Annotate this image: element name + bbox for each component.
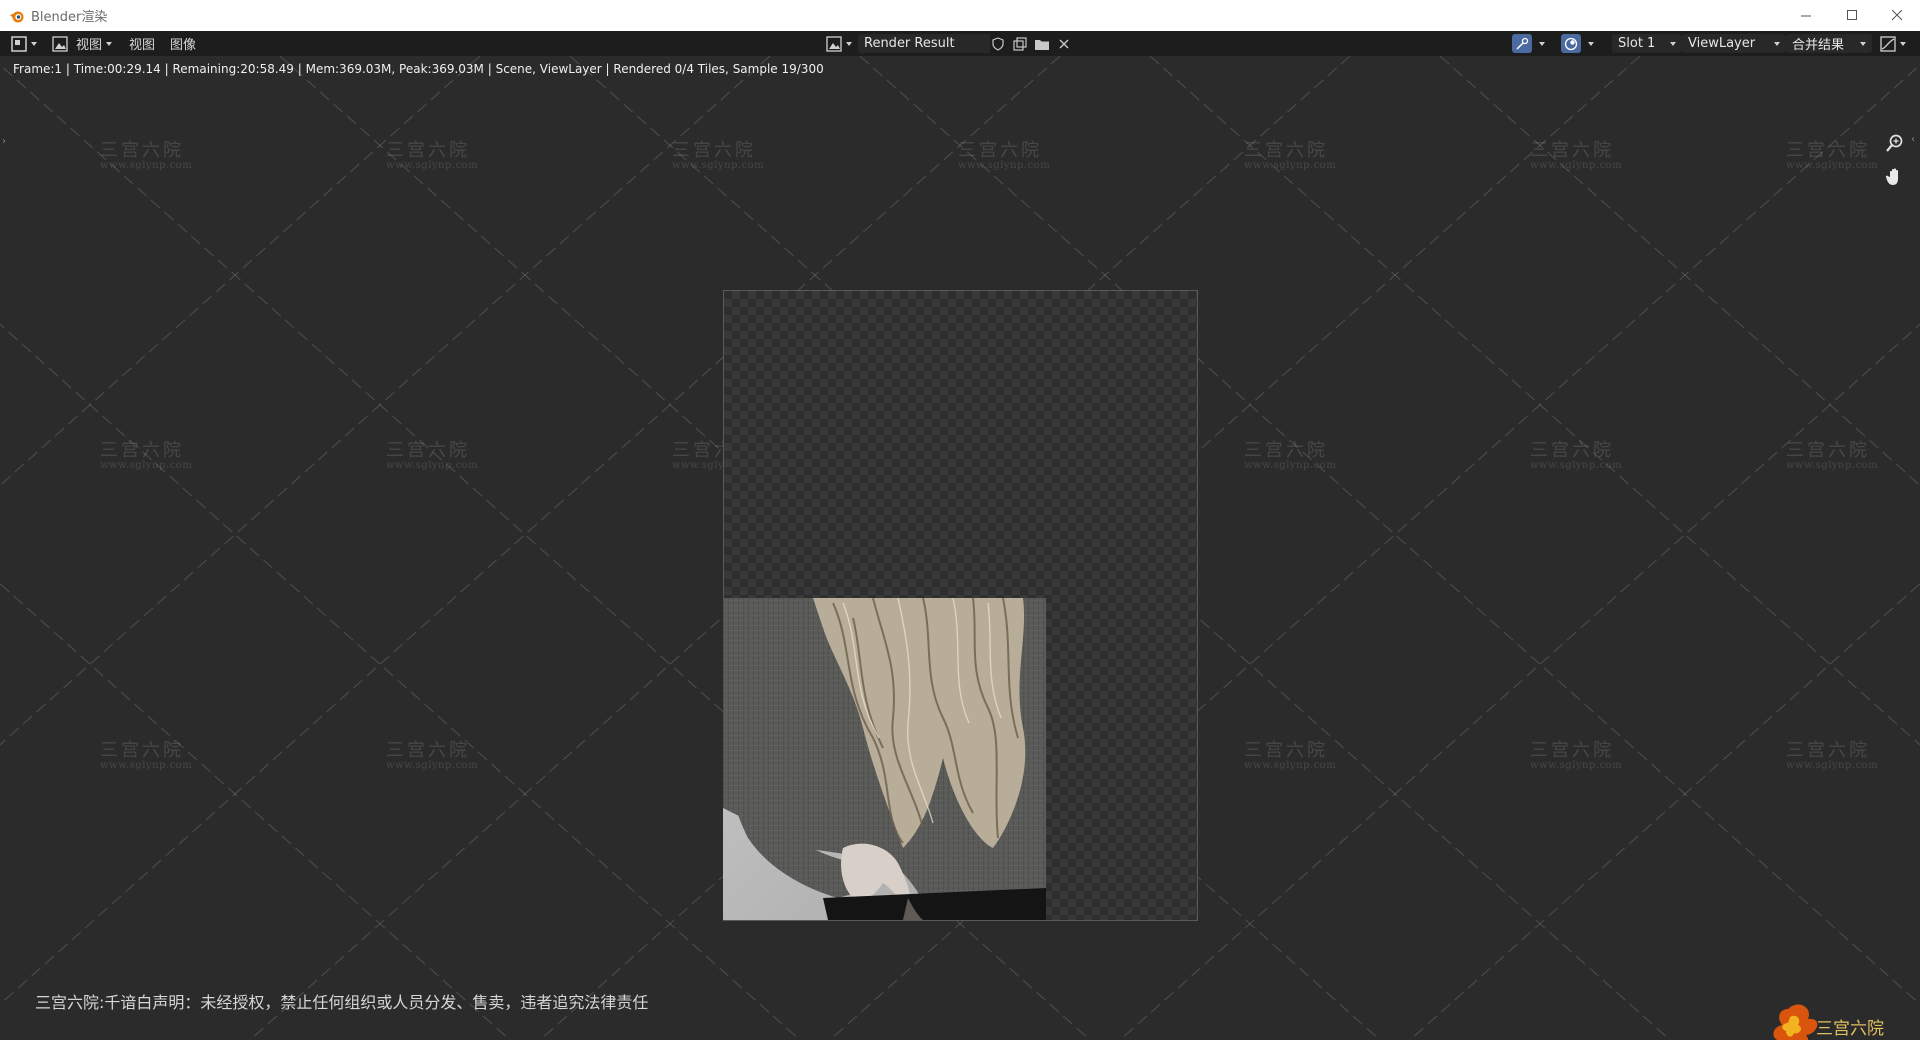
close-button[interactable] xyxy=(1874,0,1920,31)
pan-button[interactable] xyxy=(1882,164,1908,190)
window-titlebar: Blender渲染 xyxy=(0,0,1920,32)
render-status-line: Frame:1 | Time:00:29.14 | Remaining:20:5… xyxy=(13,62,824,76)
toolbar-expand-arrow-icon[interactable]: › xyxy=(2,136,6,147)
hand-icon xyxy=(1885,168,1898,185)
shield-icon xyxy=(992,36,1004,51)
watermark-label: 三宫六院www.sglynp.com xyxy=(1786,140,1879,171)
maximize-button[interactable] xyxy=(1829,0,1875,31)
watermark-label: 三宫六院www.sglynp.com xyxy=(386,740,479,771)
zoom-icon xyxy=(1886,134,1903,152)
display-channels-dropdown[interactable] xyxy=(1584,34,1594,53)
scopes-icon xyxy=(1880,35,1896,52)
render-tile-image xyxy=(723,598,1046,920)
image-editor-icon xyxy=(11,35,27,52)
minimize-icon xyxy=(1800,15,1811,17)
image-icon xyxy=(52,35,68,52)
view-layer-label: ViewLayer xyxy=(1688,36,1756,51)
sample-tool-dropdown[interactable] xyxy=(1535,34,1545,53)
watermark-label: 三宫六院www.sglynp.com xyxy=(1244,140,1337,171)
fake-user-button[interactable] xyxy=(990,34,1008,53)
menu-view-dropdown-label: 视图 xyxy=(76,38,103,53)
folder-icon xyxy=(1035,39,1049,50)
minimize-button[interactable] xyxy=(1783,0,1829,31)
image-viewport[interactable]: 三宫六院 www.sglynp.com 三宫六院 www.sglynp.com 三宫… xyxy=(0,56,1920,1040)
x-icon xyxy=(1059,39,1069,48)
sample-tool-button[interactable] xyxy=(1512,34,1532,53)
display-channels-button[interactable] xyxy=(1561,34,1581,53)
watermark-label: 三宫六院www.sglynp.com xyxy=(1530,740,1623,771)
watermark-label: 三宫六院www.sglynp.com xyxy=(386,440,479,471)
render-pass-label: 合并结果 xyxy=(1792,38,1845,53)
watermark-label: 三宫六院www.sglynp.com xyxy=(1244,740,1337,771)
display-channels-icon xyxy=(1564,37,1578,50)
menu-view-dropdown[interactable]: 视图 xyxy=(76,34,113,53)
scopes-toggle[interactable] xyxy=(1880,34,1906,53)
image-browse-dropdown[interactable] xyxy=(826,34,852,53)
image-browse-icon xyxy=(826,35,842,52)
watermark-label: 三宫六院www.sglynp.com xyxy=(100,140,193,171)
watermark-label: 三宫六院www.sglynp.com xyxy=(386,140,479,171)
open-image-button[interactable] xyxy=(1034,34,1052,53)
image-editor-header: 视图 视图 图像 Render Result Slot 1 ViewLayer … xyxy=(0,31,1920,56)
editor-type-dropdown[interactable] xyxy=(11,34,37,53)
menu-view[interactable]: 视图 xyxy=(129,34,155,53)
watermark-label: 三宫六院www.sglynp.com xyxy=(1244,440,1337,471)
watermark-label: 三宫六院www.sglynp.com xyxy=(1530,140,1623,171)
logo-text: 三宫六院 xyxy=(1816,1019,1884,1039)
zoom-button[interactable] xyxy=(1882,130,1908,156)
sglynp-logo: 三宫六院 www.sglynp.com xyxy=(1773,1004,1884,1040)
sidebar-expand-arrow-icon[interactable]: ‹ xyxy=(1911,134,1915,145)
watermark-label: 三宫六院www.sglynp.com xyxy=(958,140,1051,171)
watermark-label: 三宫六院www.sglynp.com xyxy=(1786,440,1879,471)
maximize-icon xyxy=(1846,10,1857,20)
menu-image[interactable]: 图像 xyxy=(170,34,196,53)
slot-label: Slot 1 xyxy=(1618,36,1656,51)
close-icon xyxy=(1891,10,1902,21)
watermark-label: 三宫六院www.sglynp.com xyxy=(1786,740,1879,771)
rendered-tile xyxy=(723,598,1046,920)
view-mode-toggle[interactable] xyxy=(52,34,68,53)
watermark-label: 三宫六院www.sglynp.com xyxy=(1530,440,1623,471)
image-name-label: Render Result xyxy=(864,36,955,51)
blender-logo-icon xyxy=(10,11,24,22)
watermark-label: 三宫六院www.sglynp.com xyxy=(100,440,193,471)
menu-view-label: 视图 xyxy=(129,38,156,53)
unlink-image-button[interactable] xyxy=(1056,34,1074,53)
navigation-gizmos xyxy=(1882,130,1908,198)
watermark-label: 三宫六院www.sglynp.com xyxy=(672,140,765,171)
duplicate-icon xyxy=(1013,36,1027,51)
window-title: Blender渲染 xyxy=(31,10,108,25)
new-image-button[interactable] xyxy=(1012,34,1030,53)
watermark-label: 三宫六院www.sglynp.com xyxy=(100,740,193,771)
menu-image-label: 图像 xyxy=(170,38,197,53)
render-pass-selector[interactable]: 合并结果 xyxy=(1786,34,1872,53)
slot-selector[interactable]: Slot 1 xyxy=(1612,34,1682,53)
sample-tool-icon xyxy=(1516,37,1529,50)
view-layer-selector[interactable]: ViewLayer xyxy=(1682,34,1786,53)
copyright-notice: 三宫六院:千谙白声明：未经授权，禁止任何组织或人员分发、售卖，违者追究法律责任 xyxy=(35,993,649,1012)
image-name-field[interactable]: Render Result xyxy=(858,34,992,53)
